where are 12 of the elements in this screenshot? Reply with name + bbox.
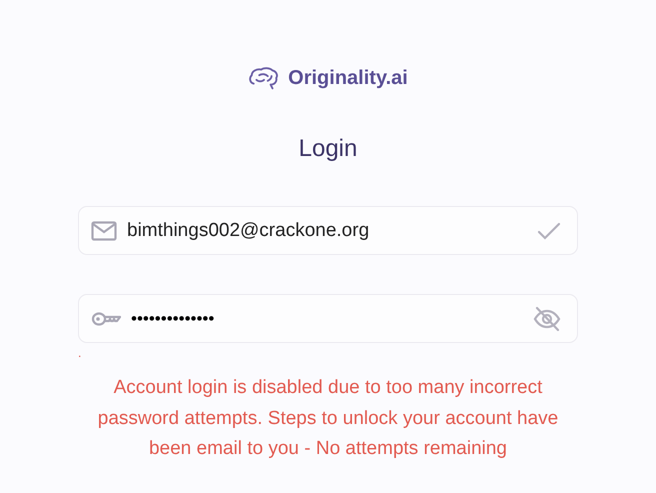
email-value: bimthings002@crackone.org <box>127 220 370 242</box>
hide-password-icon[interactable] <box>533 306 561 332</box>
key-icon <box>91 310 121 326</box>
password-field[interactable]: •••••••••••••• <box>78 294 578 343</box>
error-message: Account login is disabled due to too many incorrect password attempts. Steps to unlock your account have been email to you - No attempts remaining <box>96 376 560 461</box>
email-field[interactable]: bimthings002@crackone.org <box>78 206 578 255</box>
brain-icon <box>248 66 280 90</box>
envelope-icon <box>91 220 117 240</box>
password-value: •••••••••••••• <box>131 308 216 328</box>
stray-dot: . <box>78 346 82 360</box>
logo-text: Originality.ai <box>288 66 408 90</box>
page-heading: Login <box>298 134 358 164</box>
